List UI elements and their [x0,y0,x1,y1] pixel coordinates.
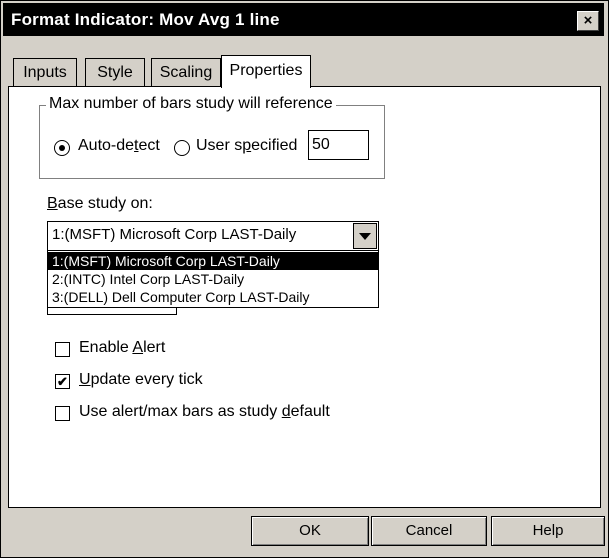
help-button[interactable]: Help [491,516,605,546]
properties-panel: Max number of bars study will reference … [8,86,601,508]
format-indicator-dialog: Format Indicator: Mov Avg 1 line × Input… [0,0,609,558]
dropdown-option[interactable]: 1:(MSFT) Microsoft Corp LAST-Daily [48,252,378,270]
tab-style[interactable]: Style [85,58,145,87]
auto-detect-label: Auto-detect [78,137,160,154]
enable-alert-checkbox[interactable] [55,342,70,357]
checkmark-icon: ✔ [57,374,68,389]
tab-scaling-label: Scaling [159,64,213,81]
enable-alert-label: Enable Alert [79,339,166,356]
cancel-button[interactable]: Cancel [371,516,487,546]
tab-style-label: Style [97,64,133,81]
window-title: Format Indicator: Mov Avg 1 line [11,10,280,29]
user-specified-label: User specified [196,137,298,154]
radio-selected-dot [59,145,65,151]
tab-inputs-label: Inputs [23,64,67,81]
close-icon: × [583,12,593,29]
title-bar: Format Indicator: Mov Avg 1 line × [3,3,604,36]
base-study-select[interactable]: 1:(MSFT) Microsoft Corp LAST-Daily [47,221,379,251]
dropdown-option[interactable]: 3:(DELL) Dell Computer Corp LAST-Daily [48,288,378,306]
tab-properties-label: Properties [229,62,303,79]
max-bars-legend: Max number of bars study will reference [46,95,336,113]
max-bars-group: Max number of bars study will reference … [39,95,385,179]
use-alert-default-label: Use alert/max bars as study default [79,403,330,420]
base-study-dropdown-list: 1:(MSFT) Microsoft Corp LAST-Daily 2:(IN… [47,250,379,308]
tab-properties[interactable]: Properties [221,55,311,88]
close-button[interactable]: × [577,11,599,31]
user-specified-radio[interactable] [174,140,190,156]
tab-scaling[interactable]: Scaling [151,58,221,87]
base-study-value: 1:(MSFT) Microsoft Corp LAST-Daily [52,226,297,243]
use-alert-default-checkbox[interactable] [55,406,70,421]
update-every-tick-checkbox[interactable]: ✔ [55,374,70,389]
update-every-tick-label: Update every tick [79,371,203,388]
dropdown-button[interactable] [353,223,377,249]
auto-detect-radio[interactable] [54,140,70,156]
dropdown-option[interactable]: 2:(INTC) Intel Corp LAST-Daily [48,270,378,288]
max-bars-input[interactable]: 50 [308,130,369,160]
ok-button[interactable]: OK [251,516,369,546]
tab-inputs[interactable]: Inputs [13,58,77,87]
base-study-label: Base study on: [47,195,153,212]
chevron-down-icon [359,233,371,240]
